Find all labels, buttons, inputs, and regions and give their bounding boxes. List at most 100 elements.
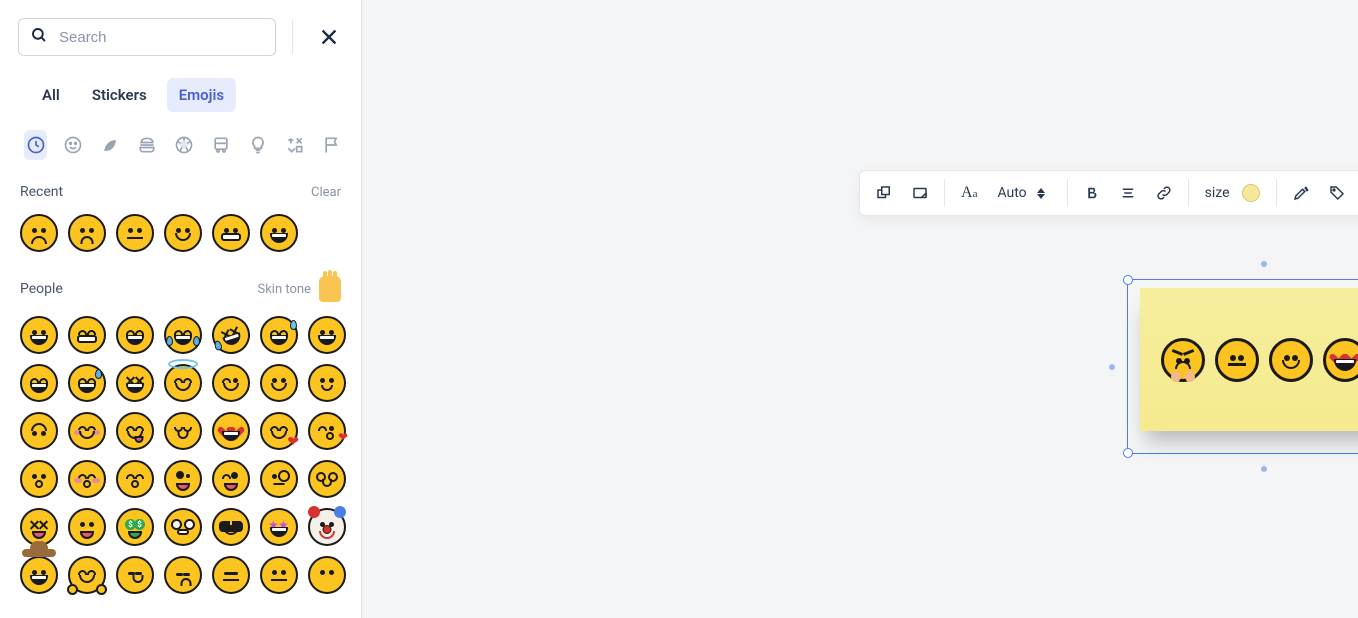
people-emoji-grid: ❤ ❤ $$ ★★ bbox=[18, 310, 343, 608]
emoji-smile2[interactable] bbox=[258, 362, 300, 404]
emoji-monocle[interactable] bbox=[258, 458, 300, 500]
bold-button[interactable] bbox=[1074, 175, 1110, 211]
selection-box[interactable] bbox=[1127, 279, 1358, 454]
category-food[interactable] bbox=[135, 130, 158, 160]
emoji-button[interactable] bbox=[1355, 175, 1358, 211]
emoji-sunglasses[interactable] bbox=[210, 506, 252, 548]
emoji-beaming[interactable] bbox=[66, 314, 108, 356]
category-people[interactable] bbox=[61, 130, 84, 160]
highlight-button[interactable] bbox=[1283, 175, 1319, 211]
emoji-relaxed[interactable] bbox=[66, 410, 108, 452]
emoji-upside-down[interactable] bbox=[18, 410, 60, 452]
sticky-note[interactable] bbox=[1140, 288, 1358, 431]
category-travel[interactable] bbox=[209, 130, 232, 160]
color-swatch[interactable] bbox=[1242, 184, 1260, 202]
emoji-expressionless[interactable] bbox=[210, 554, 252, 596]
emoji-unamused[interactable] bbox=[162, 554, 204, 596]
category-flags[interactable] bbox=[320, 130, 343, 160]
font-family-button[interactable]: Aa bbox=[951, 184, 987, 202]
picker-tabs: All Stickers Emojis bbox=[0, 60, 361, 122]
emoji-sweat-smile[interactable] bbox=[66, 362, 108, 404]
emoji-smiling-hearts[interactable]: ❤ bbox=[258, 410, 300, 452]
emoji-wink[interactable] bbox=[210, 362, 252, 404]
emoji-tongue[interactable] bbox=[66, 506, 108, 548]
toolbar-separator bbox=[1067, 179, 1068, 207]
search-input[interactable] bbox=[18, 18, 276, 56]
emoji-grin-big[interactable] bbox=[306, 314, 348, 356]
section-people-header: People Skin tone bbox=[18, 266, 343, 310]
emoji-kiss[interactable] bbox=[18, 458, 60, 500]
font-spinner[interactable] bbox=[1037, 188, 1051, 199]
emoji-xd-laugh[interactable] bbox=[114, 362, 156, 404]
mid-handle-left[interactable] bbox=[1109, 364, 1115, 370]
align-button[interactable] bbox=[1110, 175, 1146, 211]
category-symbols[interactable] bbox=[283, 130, 306, 160]
emoji-grin[interactable] bbox=[18, 314, 60, 356]
mid-handle-top[interactable] bbox=[1261, 261, 1267, 267]
emoji-rofl[interactable] bbox=[210, 314, 252, 356]
emoji-smile-open[interactable] bbox=[18, 362, 60, 404]
picker-topbar bbox=[0, 0, 361, 60]
emoji-frown-worried[interactable] bbox=[66, 212, 108, 254]
emoji-zany[interactable] bbox=[162, 458, 204, 500]
sticky-emoji-angry bbox=[1161, 338, 1205, 382]
emoji-neutral2[interactable] bbox=[258, 554, 300, 596]
category-row bbox=[0, 122, 361, 170]
emoji-kiss-smile[interactable] bbox=[114, 458, 156, 500]
font-size-auto[interactable]: Auto bbox=[987, 185, 1060, 201]
emoji-grimace[interactable] bbox=[210, 212, 252, 254]
emoji-hug[interactable] bbox=[66, 554, 108, 596]
emoji-nerd-glasses[interactable] bbox=[162, 506, 204, 548]
emoji-scroll-area[interactable]: Recent Clear People Skin tone bbox=[0, 170, 361, 618]
emoji-money[interactable]: $$ bbox=[114, 506, 156, 548]
emoji-no-mouth[interactable] bbox=[306, 554, 348, 596]
emoji-kiss-blush[interactable] bbox=[66, 458, 108, 500]
emoji-squint-grin[interactable] bbox=[114, 314, 156, 356]
toolbar-separator bbox=[1188, 179, 1189, 207]
clear-recent-button[interactable]: Clear bbox=[311, 185, 341, 200]
mid-handle-bottom[interactable] bbox=[1261, 466, 1267, 472]
category-recent[interactable] bbox=[24, 130, 47, 160]
canvas-area[interactable]: Aa Auto size bbox=[362, 0, 1358, 618]
category-nature[interactable] bbox=[98, 130, 121, 160]
emoji-tongue-wink[interactable] bbox=[210, 458, 252, 500]
recent-emoji-grid bbox=[18, 208, 343, 266]
emoji-yum[interactable] bbox=[114, 410, 156, 452]
emoji-kiss-heart[interactable]: ❤ bbox=[306, 410, 348, 452]
section-recent-header: Recent Clear bbox=[18, 174, 343, 208]
tag-button[interactable] bbox=[1319, 175, 1355, 211]
emoji-halo[interactable] bbox=[162, 362, 204, 404]
category-objects[interactable] bbox=[246, 130, 269, 160]
emoji-relieved[interactable] bbox=[162, 410, 204, 452]
emoji-slight-smile[interactable] bbox=[306, 362, 348, 404]
link-button[interactable] bbox=[1146, 175, 1182, 211]
tab-all[interactable]: All bbox=[30, 78, 72, 112]
tab-emojis[interactable]: Emojis bbox=[167, 78, 236, 112]
emoji-clown[interactable] bbox=[306, 506, 348, 548]
divider bbox=[292, 20, 293, 54]
skin-tone-button[interactable] bbox=[319, 276, 341, 302]
emoji-heart-eyes[interactable] bbox=[210, 410, 252, 452]
emoji-frown[interactable] bbox=[18, 212, 60, 254]
emoji-star-struck[interactable]: ★★ bbox=[258, 506, 300, 548]
card-type-button[interactable] bbox=[902, 175, 938, 211]
context-toolbar: Aa Auto size bbox=[859, 170, 1358, 216]
category-activity[interactable] bbox=[172, 130, 195, 160]
sticky-emoji-neutral bbox=[1215, 338, 1259, 382]
bring-front-button[interactable] bbox=[866, 175, 902, 211]
emoji-nerd[interactable] bbox=[306, 458, 348, 500]
size-button[interactable]: size bbox=[1195, 184, 1270, 202]
emoji-sweat-joy[interactable] bbox=[258, 314, 300, 356]
emoji-joy-tears[interactable] bbox=[162, 314, 204, 356]
resize-handle-bl[interactable] bbox=[1123, 448, 1133, 458]
tab-stickers[interactable]: Stickers bbox=[80, 78, 159, 112]
emoji-cowboy[interactable] bbox=[18, 554, 60, 596]
toolbar-separator bbox=[944, 179, 945, 207]
emoji-grin[interactable] bbox=[258, 212, 300, 254]
toolbar-separator bbox=[1276, 179, 1277, 207]
emoji-neutral[interactable] bbox=[114, 212, 156, 254]
emoji-smirk[interactable] bbox=[114, 554, 156, 596]
close-button[interactable] bbox=[315, 23, 343, 51]
emoji-smile[interactable] bbox=[162, 212, 204, 254]
resize-handle-tl[interactable] bbox=[1123, 275, 1133, 285]
